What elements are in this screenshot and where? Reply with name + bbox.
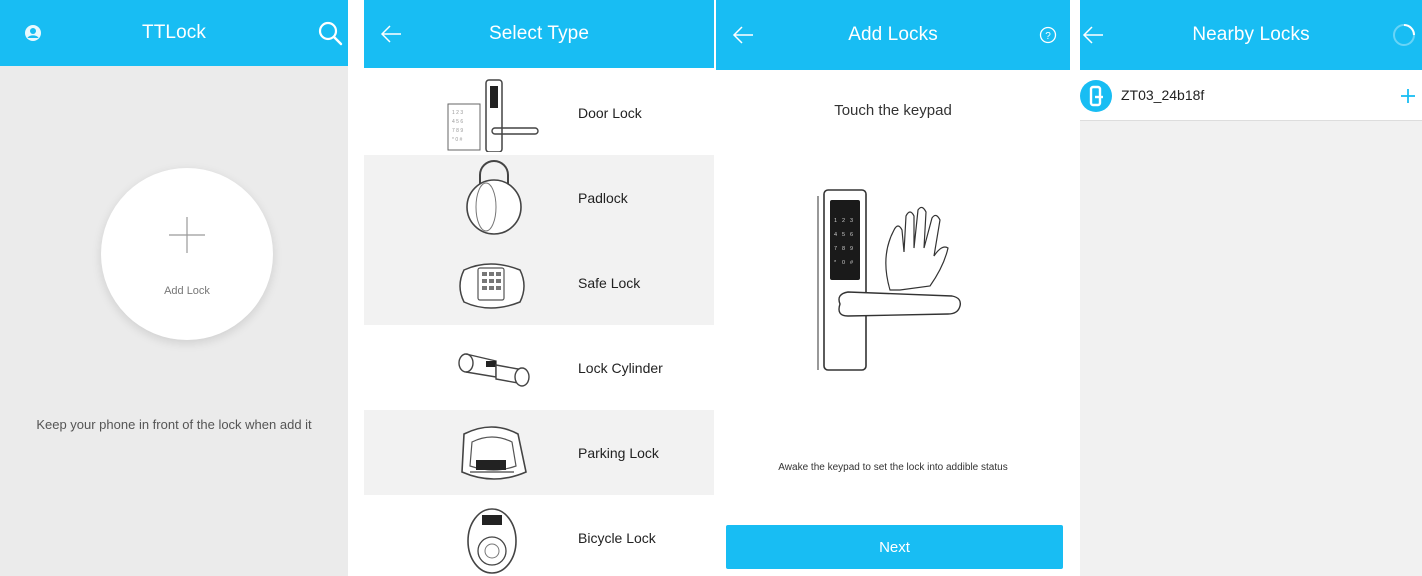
svg-text:2: 2 [842,218,845,224]
type-row-door-lock[interactable]: 1 2 3 4 5 6 7 8 9 * 0 # Door Lock [364,70,714,155]
type-label: Safe Lock [578,274,641,291]
type-row-parking-lock[interactable]: Parking Lock [364,410,714,495]
type-row-bicycle-lock[interactable]: Bicycle Lock [364,495,714,576]
svg-text:4: 4 [834,232,837,238]
keypad-touch-illustration: 123 456 789 * 0 # [817,189,962,371]
nearby-locks-app-bar: Nearby Locks [1080,0,1422,70]
svg-text:9: 9 [850,246,853,252]
add-icon[interactable] [1396,84,1420,108]
add-locks-screen: Add Locks ? Touch the keypad 123 456 789… [716,0,1070,576]
svg-text:1 2 3: 1 2 3 [452,110,463,116]
screen-title: Add Locks [848,24,938,45]
lock-icon [1080,80,1112,112]
type-row-safe-lock[interactable]: Safe Lock [364,240,714,325]
svg-text:4 5 6: 4 5 6 [452,119,463,125]
search-icon[interactable] [312,0,348,66]
plus-icon [169,217,205,253]
screen-title: Select Type [488,23,590,44]
instruction-text: Touch the keypad [834,102,952,119]
type-label: Bicycle Lock [578,529,656,546]
padlock-icon [466,160,522,235]
home-app-bar: TTLock [0,0,348,66]
select-type-screen: Select Type 1 2 3 4 5 6 7 8 9 * 0 # Door Lo… [364,0,714,576]
svg-text:6: 6 [850,232,853,238]
help-icon[interactable]: ? [1036,0,1060,70]
type-label: Lock Cylinder [578,359,663,376]
lock-cylinder-icon [458,353,530,387]
type-row-lock-cylinder[interactable]: Lock Cylinder [364,325,714,410]
svg-text:?: ? [1045,31,1051,42]
type-label: Padlock [578,189,628,206]
svg-text:8: 8 [842,246,845,252]
safe-lock-icon [459,263,525,309]
svg-text:0: 0 [842,260,845,266]
next-button[interactable]: Next [726,525,1063,569]
type-label: Door Lock [578,104,642,121]
svg-text:1: 1 [834,218,837,224]
add-lock-button[interactable]: Add Lock [101,168,273,340]
home-screen: TTLock Add Lock Keep your phone in front… [0,0,348,576]
parking-lock-icon [461,426,527,480]
bicycle-lock-icon [467,508,517,574]
home-hint-text: Keep your phone in front of the lock whe… [36,417,312,432]
svg-text:5: 5 [842,232,845,238]
door-lock-icon: 1 2 3 4 5 6 7 8 9 * 0 # [447,79,539,152]
type-row-padlock[interactable]: Padlock [364,155,714,240]
svg-text:7 8 9: 7 8 9 [452,128,463,134]
type-label: Parking Lock [578,444,659,461]
screen-title: Nearby Locks [1192,24,1310,45]
loading-spinner-icon [1390,0,1418,70]
svg-text:7: 7 [834,246,837,252]
add-locks-hint-text: Awake the keypad to set the lock into ad… [778,462,1008,473]
nearby-lock-name: ZT03_24b18f [1121,87,1205,103]
add-lock-label: Add Lock [164,285,210,297]
app-title: TTLock [142,22,206,43]
add-locks-app-bar: Add Locks ? [716,0,1070,70]
select-type-app-bar: Select Type [364,0,714,68]
nearby-lock-row[interactable]: ZT03_24b18f [1080,70,1422,121]
svg-text:3: 3 [850,218,853,224]
svg-text:* 0 #: * 0 # [452,137,463,143]
nearby-locks-screen: Nearby Locks ZT03_24b18f [1080,0,1422,576]
